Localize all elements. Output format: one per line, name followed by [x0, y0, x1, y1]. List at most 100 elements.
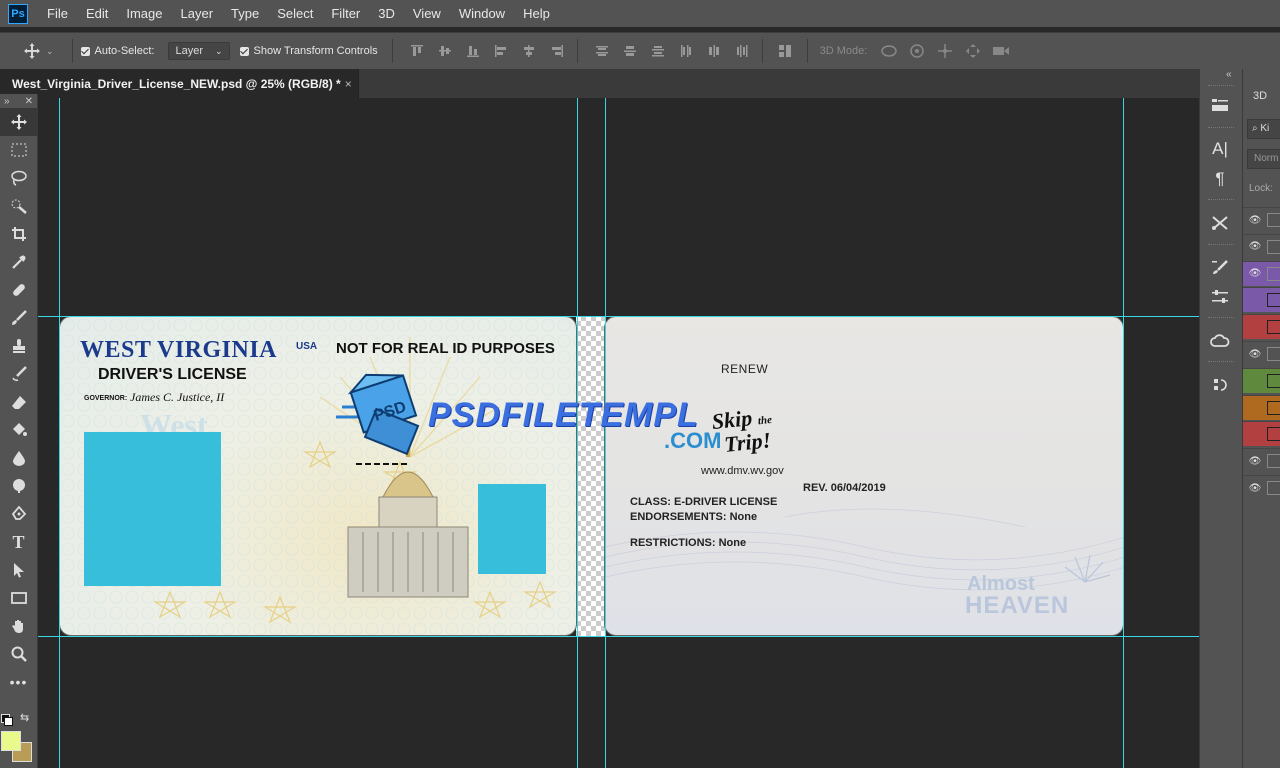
ghost-photo-placeholder[interactable]: [478, 484, 546, 574]
layer-thumbnail[interactable]: [1267, 320, 1280, 335]
align-right-icon[interactable]: [547, 41, 567, 61]
menu-layer[interactable]: Layer: [172, 0, 223, 27]
history-brush-tool[interactable]: [0, 360, 37, 388]
blend-mode-select[interactable]: Norm: [1247, 149, 1280, 169]
document-tab[interactable]: West_Virginia_Driver_License_NEW.psd @ 2…: [0, 69, 359, 98]
rectangle-tool[interactable]: [0, 584, 37, 612]
photo-placeholder[interactable]: [84, 432, 221, 586]
paint-bucket-tool[interactable]: [0, 416, 37, 444]
libraries-panel-button[interactable]: [1205, 327, 1235, 355]
hand-tool[interactable]: [0, 612, 37, 640]
blur-tool[interactable]: [0, 444, 37, 472]
3d-roll-icon[interactable]: [907, 41, 927, 61]
auto-select-dropdown[interactable]: Layer ⌄: [168, 42, 230, 60]
preset-chevron-icon[interactable]: ⌄: [46, 46, 54, 57]
more-tools[interactable]: •••: [0, 668, 37, 696]
visibility-eye-icon[interactable]: 👁: [1243, 456, 1267, 467]
layer-row[interactable]: [1243, 421, 1280, 447]
layer-row[interactable]: 👁: [1243, 207, 1280, 232]
menu-help[interactable]: Help: [514, 0, 559, 27]
brushes-panel-button[interactable]: [1205, 253, 1235, 281]
distribute-left-icon[interactable]: [676, 41, 696, 61]
distribute-top-icon[interactable]: [592, 41, 612, 61]
menu-select[interactable]: Select: [268, 0, 322, 27]
layer-row[interactable]: 👁: [1243, 341, 1280, 366]
menu-view[interactable]: View: [404, 0, 450, 27]
menu-image[interactable]: Image: [117, 0, 171, 27]
layer-row[interactable]: 👁: [1243, 260, 1280, 286]
quick-select-tool[interactable]: [0, 192, 37, 220]
swap-colors-icon[interactable]: ⇆: [20, 711, 29, 724]
align-top-icon[interactable]: [407, 41, 427, 61]
layer-row[interactable]: 👁: [1243, 475, 1280, 500]
layer-thumbnail[interactable]: [1267, 347, 1280, 361]
align-bottom-icon[interactable]: [463, 41, 483, 61]
3d-orbit-icon[interactable]: [879, 41, 899, 61]
crop-tool[interactable]: [0, 220, 37, 248]
layer-filter-search[interactable]: ⌕ Ki: [1247, 119, 1280, 139]
pen-tool[interactable]: [0, 500, 37, 528]
visibility-eye-icon[interactable]: 👁: [1243, 268, 1267, 279]
move-tool-preset-icon[interactable]: [22, 41, 42, 61]
3d-pan-icon[interactable]: [935, 41, 955, 61]
align-left-icon[interactable]: [491, 41, 511, 61]
visibility-eye-icon[interactable]: 👁: [1243, 349, 1267, 360]
distribute-right-icon[interactable]: [732, 41, 752, 61]
menu-type[interactable]: Type: [222, 0, 268, 27]
transform-controls-checkbox[interactable]: [239, 46, 249, 56]
expand-icon[interactable]: »: [4, 96, 10, 107]
character-panel-button[interactable]: A|: [1205, 135, 1235, 163]
eraser-tool[interactable]: [0, 388, 37, 416]
guide-vertical[interactable]: [1123, 98, 1124, 768]
type-tool[interactable]: T: [0, 528, 37, 556]
layer-row[interactable]: [1243, 314, 1280, 340]
healing-tool[interactable]: [0, 276, 37, 304]
align-vcenter-icon[interactable]: [435, 41, 455, 61]
move-tool[interactable]: [0, 108, 37, 136]
layer-thumbnail[interactable]: [1267, 213, 1280, 227]
guide-horizontal[interactable]: [38, 636, 1199, 637]
layer-thumbnail[interactable]: [1267, 266, 1280, 281]
guide-horizontal[interactable]: [38, 316, 1199, 317]
menu-window[interactable]: Window: [450, 0, 514, 27]
close-icon[interactable]: ✕: [25, 96, 33, 107]
zoom-tool[interactable]: [0, 640, 37, 668]
history-panel-button[interactable]: [1205, 371, 1235, 399]
visibility-eye-icon[interactable]: 👁: [1243, 241, 1267, 252]
align-hcenter-icon[interactable]: [519, 41, 539, 61]
eyedropper-tool[interactable]: [0, 248, 37, 276]
path-select-tool[interactable]: [0, 556, 37, 584]
stamp-tool[interactable]: [0, 332, 37, 360]
visibility-eye-icon[interactable]: 👁: [1243, 483, 1267, 494]
default-colors-icon[interactable]: [1, 714, 13, 726]
layer-thumbnail[interactable]: [1267, 427, 1280, 442]
panel-tab-3d[interactable]: 3D: [1243, 83, 1280, 109]
menu-filter[interactable]: Filter: [322, 0, 369, 27]
brush-tool[interactable]: [0, 304, 37, 332]
distribute-vcenter-icon[interactable]: [620, 41, 640, 61]
visibility-eye-icon[interactable]: 👁: [1243, 215, 1267, 226]
layer-row[interactable]: 👁: [1243, 233, 1280, 259]
auto-select-checkbox[interactable]: [80, 46, 90, 56]
layer-thumbnail[interactable]: [1267, 293, 1280, 308]
layer-thumbnail[interactable]: [1267, 239, 1280, 254]
paragraph-panel-button[interactable]: ¶: [1205, 165, 1235, 193]
collapse-panels-icon[interactable]: «: [1226, 69, 1232, 80]
distribute-bottom-icon[interactable]: [648, 41, 668, 61]
3d-camera-icon[interactable]: [991, 41, 1011, 61]
layer-row[interactable]: [1243, 287, 1280, 313]
properties-panel-button[interactable]: [1205, 91, 1235, 119]
layer-row[interactable]: 👁: [1243, 448, 1280, 473]
distribute-hcenter-icon[interactable]: [704, 41, 724, 61]
photoshop-logo[interactable]: Ps: [8, 3, 28, 24]
auto-align-icon[interactable]: [775, 41, 795, 61]
marquee-tool[interactable]: [0, 136, 37, 164]
layer-thumbnail[interactable]: [1267, 481, 1280, 495]
menu-3d[interactable]: 3D: [369, 0, 404, 27]
layer-thumbnail[interactable]: [1267, 400, 1280, 415]
lasso-tool[interactable]: [0, 164, 37, 192]
layer-row[interactable]: [1243, 394, 1280, 420]
close-icon[interactable]: ×: [345, 77, 352, 91]
layer-thumbnail[interactable]: [1267, 454, 1280, 469]
guide-vertical[interactable]: [59, 98, 60, 768]
